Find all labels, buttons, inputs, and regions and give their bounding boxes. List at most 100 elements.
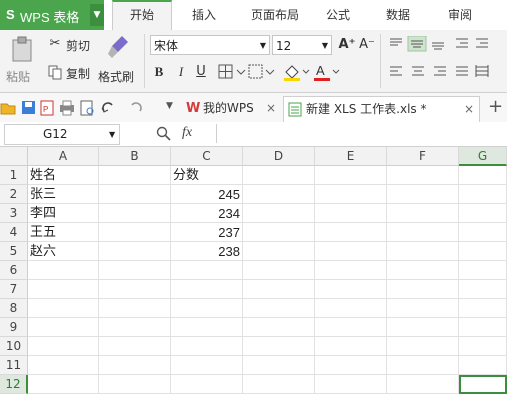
name-box[interactable]: G12 ▼: [4, 124, 120, 145]
cell-c1[interactable]: 分数: [171, 166, 243, 185]
cell-d6[interactable]: [243, 261, 315, 280]
app-menu-button[interactable]: S WPS 表格 ▼: [0, 0, 104, 30]
cell-f5[interactable]: [387, 242, 459, 261]
cell-e7[interactable]: [315, 280, 387, 299]
cell-c4[interactable]: 237: [171, 223, 243, 242]
cell-e3[interactable]: [315, 204, 387, 223]
cell-g6[interactable]: [459, 261, 507, 280]
select-all-corner[interactable]: [0, 147, 28, 166]
cell-a3[interactable]: 李四: [28, 204, 99, 223]
cell-e1[interactable]: [315, 166, 387, 185]
format-painter-button[interactable]: 格式刷: [98, 34, 140, 88]
font-name-select[interactable]: 宋体 ▼: [150, 35, 270, 55]
cell-b11[interactable]: [99, 356, 171, 375]
cell-f10[interactable]: [387, 337, 459, 356]
row-header-6[interactable]: 6: [0, 261, 28, 280]
cell-f8[interactable]: [387, 299, 459, 318]
row-header-5[interactable]: 5: [0, 242, 28, 261]
paste-button[interactable]: 粘贴: [4, 34, 40, 88]
merge-cells-icon[interactable]: [248, 64, 276, 80]
cell-b8[interactable]: [99, 299, 171, 318]
cell-f6[interactable]: [387, 261, 459, 280]
cell-a6[interactable]: [28, 261, 99, 280]
cell-e5[interactable]: [315, 242, 387, 261]
bold-button[interactable]: B: [150, 63, 168, 81]
new-tab-button[interactable]: +: [488, 96, 503, 117]
cell-g1[interactable]: [459, 166, 507, 185]
row-header-7[interactable]: 7: [0, 280, 28, 299]
close-icon[interactable]: ×: [464, 97, 474, 122]
cell-c3[interactable]: 234: [171, 204, 243, 223]
increase-font-button[interactable]: A⁺: [338, 36, 356, 54]
cell-g7[interactable]: [459, 280, 507, 299]
cell-c12[interactable]: [171, 375, 243, 394]
cell-d4[interactable]: [243, 223, 315, 242]
column-header-b[interactable]: B: [99, 147, 171, 166]
cell-b6[interactable]: [99, 261, 171, 280]
row-header-4[interactable]: 4: [0, 223, 28, 242]
tab-data[interactable]: 数据: [370, 0, 426, 30]
cell-b5[interactable]: [99, 242, 171, 261]
cell-g3[interactable]: [459, 204, 507, 223]
cell-g10[interactable]: [459, 337, 507, 356]
row-header-10[interactable]: 10: [0, 337, 28, 356]
cell-e6[interactable]: [315, 261, 387, 280]
tab-page-layout[interactable]: 页面布局: [238, 0, 312, 30]
cell-c7[interactable]: [171, 280, 243, 299]
row-header-12[interactable]: 12: [0, 375, 28, 394]
cell-b12[interactable]: [99, 375, 171, 394]
insert-function-icon[interactable]: fx: [182, 125, 192, 141]
cell-c11[interactable]: [171, 356, 243, 375]
cell-f9[interactable]: [387, 318, 459, 337]
column-header-d[interactable]: D: [243, 147, 315, 166]
row-header-2[interactable]: 2: [0, 185, 28, 204]
cell-a1[interactable]: 姓名: [28, 166, 99, 185]
cell-f11[interactable]: [387, 356, 459, 375]
row-header-1[interactable]: 1: [0, 166, 28, 185]
cell-f12[interactable]: [387, 375, 459, 394]
column-header-f[interactable]: F: [387, 147, 459, 166]
row-header-9[interactable]: 9: [0, 318, 28, 337]
cell-b10[interactable]: [99, 337, 171, 356]
cell-f4[interactable]: [387, 223, 459, 242]
row-header-11[interactable]: 11: [0, 356, 28, 375]
cell-a8[interactable]: [28, 299, 99, 318]
chevron-down-icon[interactable]: ▼: [109, 125, 115, 144]
copy-button[interactable]: 复制: [46, 63, 96, 83]
close-icon[interactable]: ×: [266, 96, 276, 121]
cell-d7[interactable]: [243, 280, 315, 299]
cell-d10[interactable]: [243, 337, 315, 356]
cell-e8[interactable]: [315, 299, 387, 318]
italic-button[interactable]: I: [172, 63, 190, 81]
app-dropdown-icon[interactable]: ▼: [90, 4, 104, 26]
cell-c2[interactable]: 245: [171, 185, 243, 204]
column-header-g[interactable]: G: [459, 147, 507, 166]
cell-c5[interactable]: 238: [171, 242, 243, 261]
cell-e2[interactable]: [315, 185, 387, 204]
decrease-font-button[interactable]: A⁻: [358, 36, 376, 54]
cell-e12[interactable]: [315, 375, 387, 394]
active-cell-cursor[interactable]: [459, 375, 507, 394]
row-header-8[interactable]: 8: [0, 299, 28, 318]
doc-tab-workbook[interactable]: 新建 XLS 工作表.xls * ×: [283, 96, 480, 122]
quick-access-dropdown-icon[interactable]: ▼: [166, 101, 173, 111]
row-header-3[interactable]: 3: [0, 204, 28, 223]
tab-insert[interactable]: 插入: [176, 0, 232, 30]
fill-color-icon[interactable]: [282, 62, 312, 82]
cell-d12[interactable]: [243, 375, 315, 394]
cell-b7[interactable]: [99, 280, 171, 299]
cell-c9[interactable]: [171, 318, 243, 337]
cell-b3[interactable]: [99, 204, 171, 223]
cell-d8[interactable]: [243, 299, 315, 318]
cell-a9[interactable]: [28, 318, 99, 337]
cell-b1[interactable]: [99, 166, 171, 185]
cell-b2[interactable]: [99, 185, 171, 204]
cell-g9[interactable]: [459, 318, 507, 337]
cell-d3[interactable]: [243, 204, 315, 223]
cell-d9[interactable]: [243, 318, 315, 337]
cell-d11[interactable]: [243, 356, 315, 375]
cell-b4[interactable]: [99, 223, 171, 242]
cell-g11[interactable]: [459, 356, 507, 375]
cell-a7[interactable]: [28, 280, 99, 299]
cut-button[interactable]: ✂ 剪切: [46, 35, 96, 55]
